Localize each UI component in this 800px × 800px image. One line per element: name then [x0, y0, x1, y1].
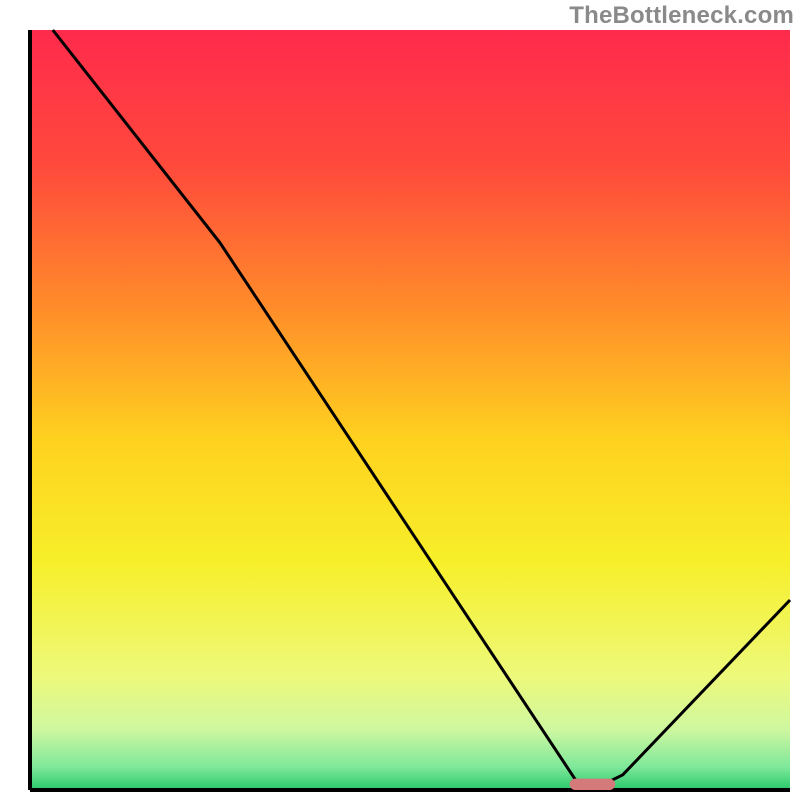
- bottleneck-chart: [0, 0, 800, 800]
- plot-area: [30, 30, 790, 790]
- optimal-marker: [570, 779, 616, 790]
- chart-container: TheBottleneck.com: [0, 0, 800, 800]
